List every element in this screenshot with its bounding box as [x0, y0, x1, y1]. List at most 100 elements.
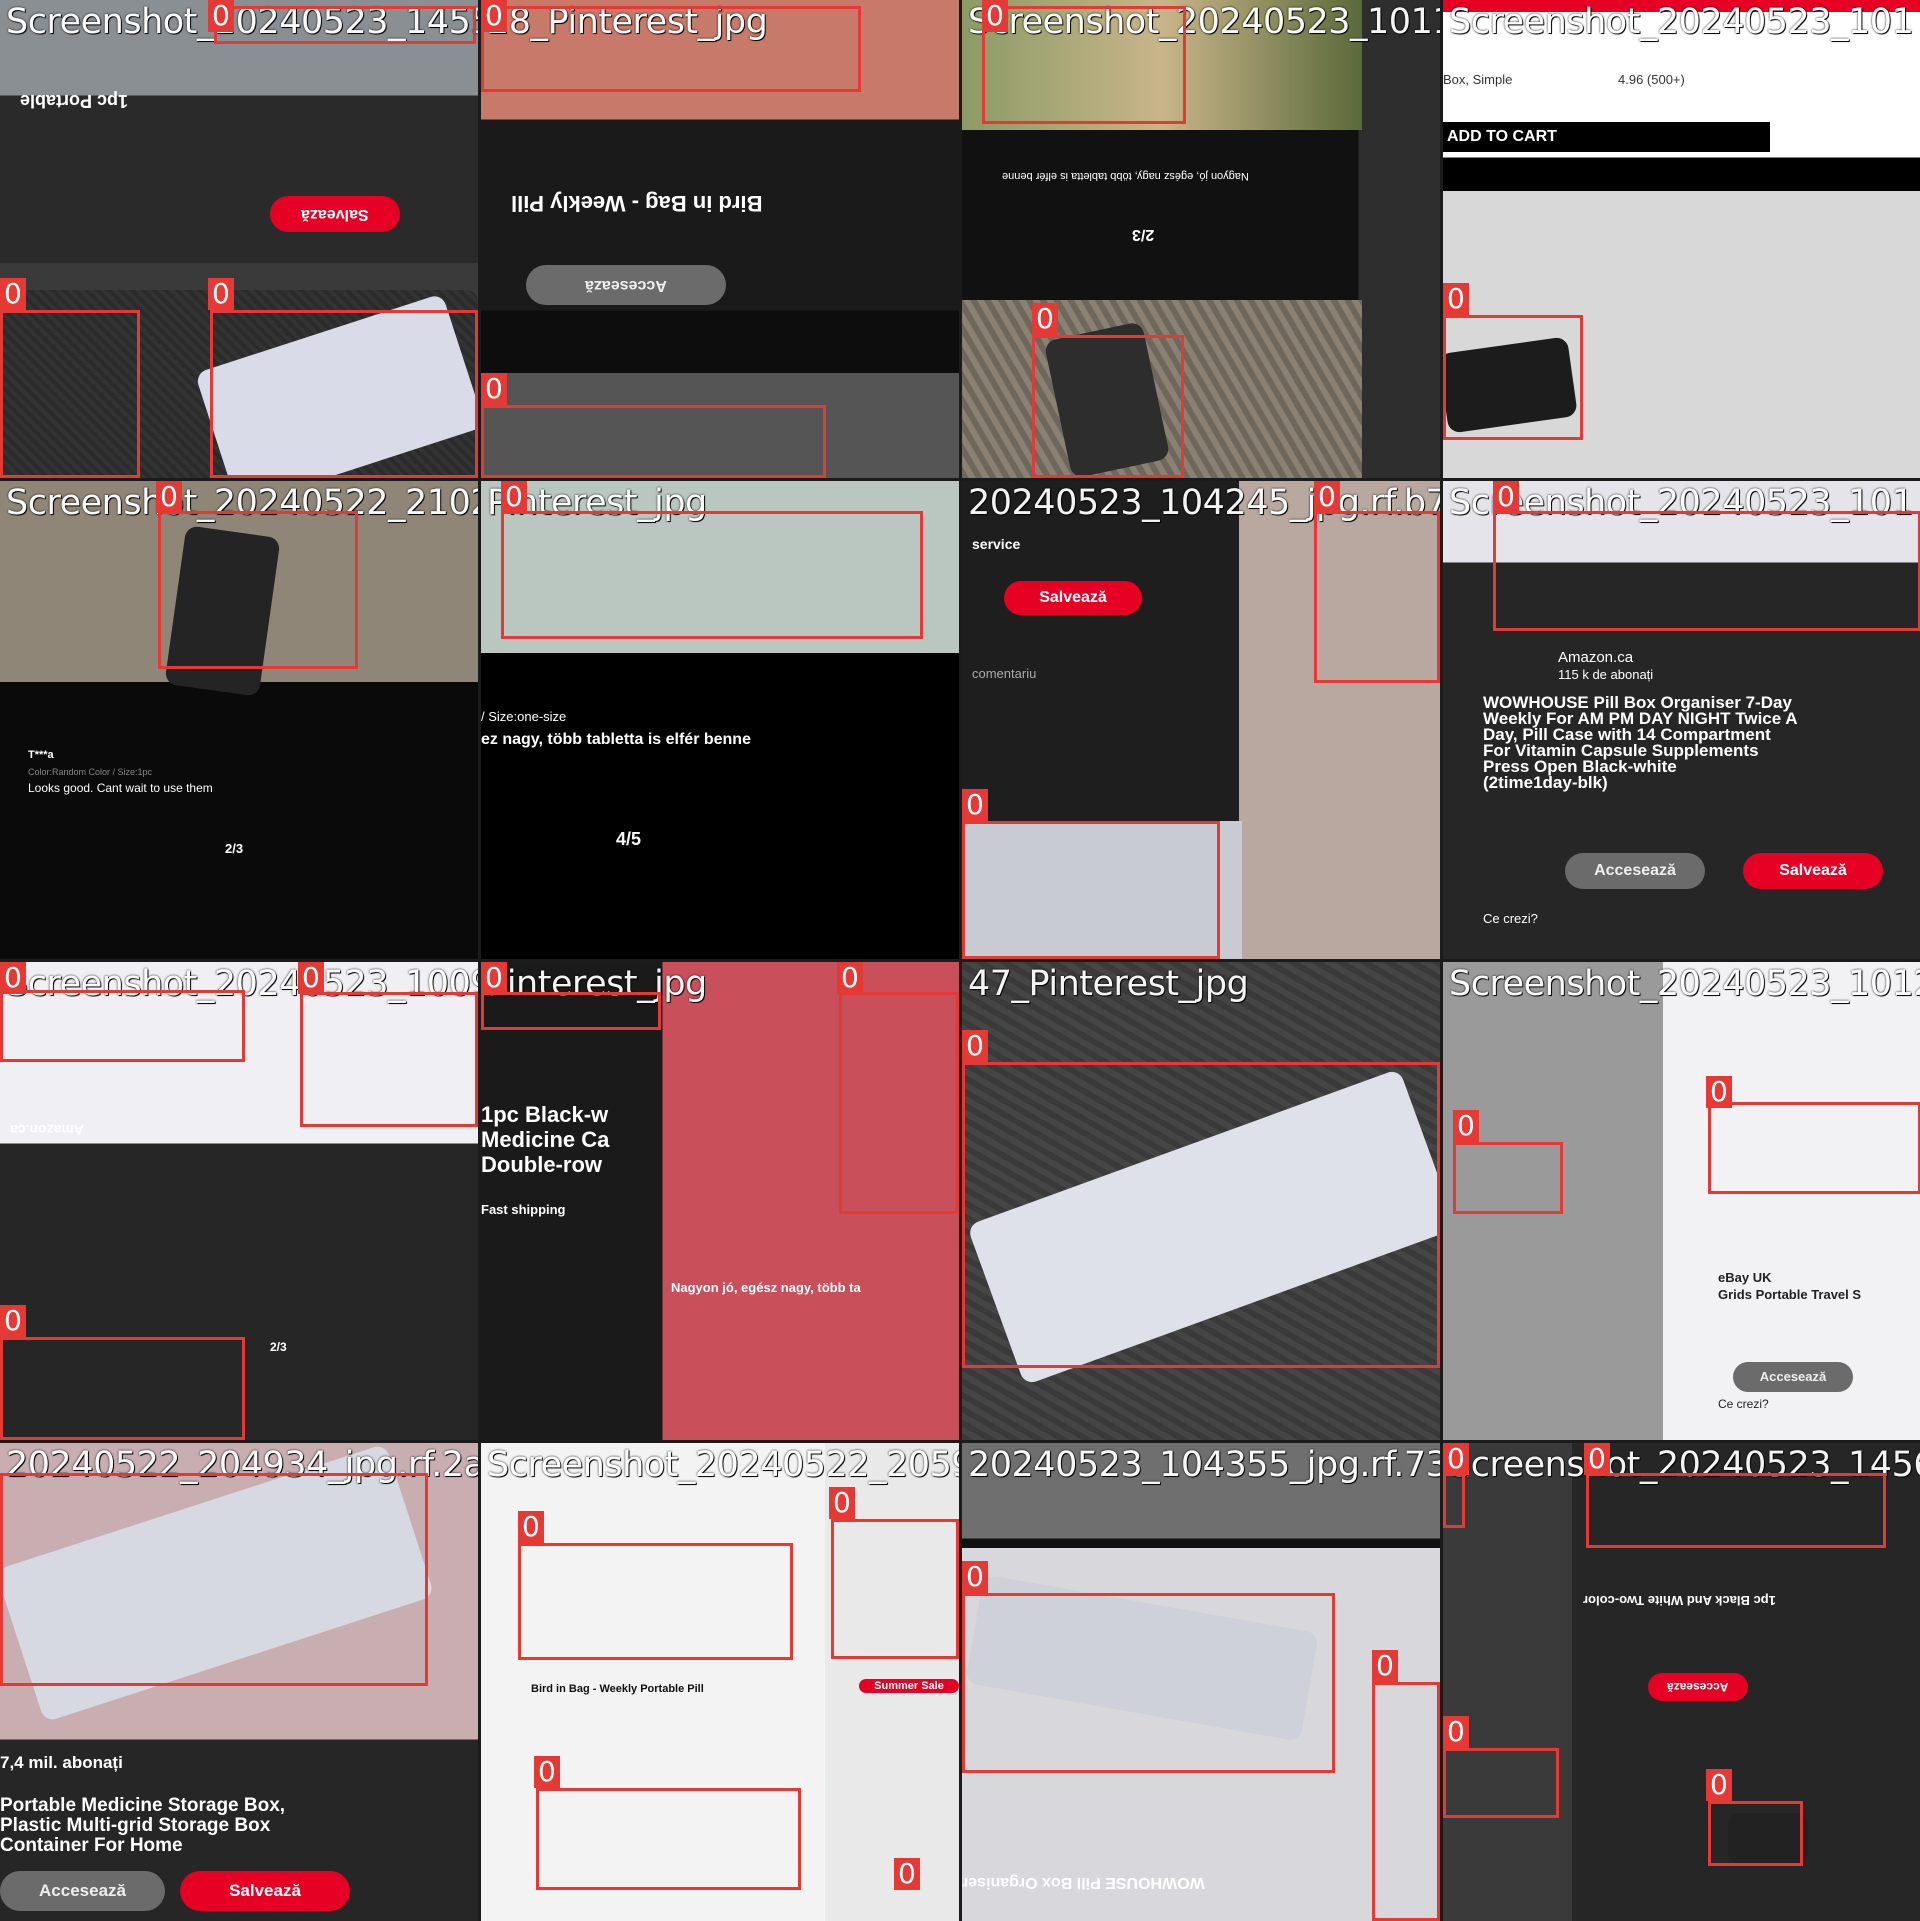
review-text: ez nagy, több tabletta is elfér benne: [481, 731, 751, 748]
bbox: [982, 6, 1186, 124]
bbox: [839, 992, 959, 1214]
class-label: 0: [0, 278, 26, 310]
review-text: Looks good. Cant wait to use them: [28, 781, 213, 795]
bbox: [0, 990, 245, 1062]
tile-3: Nagyon jó, egész nagy, több tabletta is …: [962, 0, 1440, 478]
review-variant: Color:Random Color / Size:1pc: [28, 767, 153, 777]
shein-caption: 1pc Portable: [20, 91, 129, 111]
comment-prompt: Ce crezi?: [1718, 1397, 1769, 1411]
class-label: 0: [962, 1561, 988, 1593]
service-text: service: [972, 536, 1021, 552]
save-button[interactable]: Salvează: [180, 1871, 350, 1911]
open-button[interactable]: Accesează: [1565, 853, 1705, 889]
bbox: [1586, 1473, 1886, 1548]
reviewer-name: T***a: [28, 749, 54, 761]
class-label: 0: [1706, 1769, 1732, 1801]
bbox: [518, 1543, 793, 1660]
bbox: [831, 1519, 959, 1659]
class-label: 0: [1032, 303, 1058, 335]
product-title-line: Double-row: [481, 1152, 602, 1177]
tile-11: 47_Pinterest_jpg 0: [962, 962, 1440, 1440]
product-caption: Amazon.ca: [10, 1122, 84, 1138]
bbox: [1708, 1102, 1920, 1194]
rating: 4.96 (500+): [1618, 72, 1685, 87]
bbox: [1453, 1142, 1563, 1214]
bbox: [0, 1337, 245, 1440]
open-button[interactable]: Accesează: [526, 265, 726, 305]
bbox: [158, 511, 358, 669]
tile-2: Bird in Bag - Weekly Pill Accesează 28_P…: [481, 0, 959, 478]
bbox: [0, 310, 140, 478]
save-button[interactable]: Salvează: [1743, 853, 1883, 889]
tile-12: eBay UK Grids Portable Travel S Acceseaz…: [1443, 962, 1920, 1440]
augmented-mosaic: 1pc Portable Salvează Screenshot_2024052…: [0, 0, 1920, 1921]
bbox: [501, 511, 923, 639]
bbox: [1443, 1748, 1559, 1818]
bbox: [1493, 511, 1920, 631]
save-button[interactable]: Salvează: [1004, 581, 1142, 615]
bbox: [214, 6, 476, 44]
tile-6: / Size:one-size ez nagy, több tabletta i…: [481, 481, 959, 959]
product-caption: WOWHOUSE Pill Box Organiser: [962, 1874, 1205, 1891]
tile-5: T***a Color:Random Color / Size:1pc Look…: [0, 481, 478, 959]
page-indicator: 2/3: [225, 841, 244, 856]
class-label: 0: [208, 278, 234, 310]
product-title: Grids Portable Travel S: [1718, 1287, 1862, 1302]
review-text: Nagyon jó, egész nagy, több tabletta is …: [1002, 170, 1249, 182]
class-label: 0: [962, 1030, 988, 1062]
tile-4: ADD TO CART Box, Simple 4.96 (500+) Scre…: [1443, 0, 1920, 478]
class-label: 0: [1443, 1716, 1469, 1748]
bbox: [1314, 511, 1440, 683]
class-label: 0: [481, 962, 507, 994]
class-label: 0: [0, 1305, 26, 1337]
class-label: 0: [501, 481, 527, 513]
bbox: [210, 310, 478, 478]
product-title-line: Plastic Multi-grid Storage Box: [0, 1815, 271, 1836]
tile-9: Amazon.ca 2/3 Screenshot_20240523_1009 0…: [0, 962, 478, 1440]
class-label: 0: [481, 373, 507, 405]
class-label: 0: [208, 0, 234, 32]
save-button[interactable]: Salvează: [270, 196, 400, 232]
class-label: 0: [518, 1511, 544, 1543]
birdinbag-caption: Bird in Bag - Weekly Pill: [511, 191, 763, 216]
product-caption: 1pc Black And White Two-color: [1583, 1593, 1776, 1608]
summer-sale-banner: Summer Sale: [859, 1679, 959, 1693]
bbox: [1443, 1473, 1465, 1528]
tile-title: 20240523_104355_jpg.rf.73: [968, 1445, 1440, 1485]
class-label: 0: [1443, 1443, 1469, 1475]
save-button[interactable]: Accesează: [1648, 1673, 1748, 1701]
comment-input[interactable]: comentariu: [972, 666, 1036, 681]
bbox: [962, 821, 1220, 959]
bbox: [536, 1788, 801, 1890]
class-label: 0: [1314, 481, 1340, 513]
publisher-name: Amazon.ca: [1558, 649, 1634, 666]
product-title: Bird in Bag - Weekly Portable Pill: [531, 1683, 704, 1695]
open-button[interactable]: Accesează: [0, 1871, 165, 1911]
bbox: [481, 6, 861, 92]
class-label: 0: [1584, 1443, 1610, 1475]
product-title: Box, Simple: [1443, 72, 1513, 87]
bbox: [1708, 1801, 1803, 1866]
review-text: Nagyon jó, egész nagy, több ta: [671, 1280, 861, 1295]
open-button[interactable]: Accesează: [1733, 1362, 1853, 1392]
bbox: [962, 1062, 1440, 1368]
class-label: 0: [1372, 1650, 1398, 1682]
tile-title: Screenshot_20240523_101: [1449, 2, 1914, 42]
add-to-cart-button[interactable]: ADD TO CART: [1443, 122, 1770, 152]
bbox: [962, 1593, 1335, 1773]
product-title: 1pc Black-w: [481, 1102, 609, 1127]
review-variant: / Size:one-size: [481, 709, 567, 724]
bbox: [1372, 1682, 1440, 1921]
ebay-uk: eBay UK: [1718, 1270, 1772, 1285]
tile-16: 1pc Black And White Two-color Accesează …: [1443, 1443, 1920, 1921]
tile-title: Screenshot_20240522_2059: [487, 1445, 959, 1485]
class-label: 0: [1443, 283, 1469, 315]
class-label: 0: [0, 962, 26, 994]
bbox: [481, 405, 826, 478]
class-label: 0: [156, 481, 182, 513]
bbox: [481, 992, 661, 1030]
bbox: [300, 992, 478, 1127]
page-indicator: 2/3: [1132, 226, 1155, 243]
tile-14: Bird in Bag - Weekly Portable Pill Summe…: [481, 1443, 959, 1921]
class-label: 0: [962, 789, 988, 821]
